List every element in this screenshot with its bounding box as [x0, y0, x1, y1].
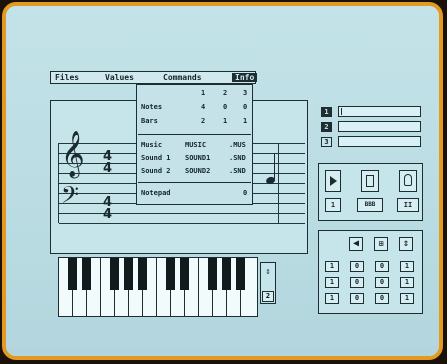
file-name: MUSIC — [185, 141, 207, 149]
black-key[interactable] — [236, 258, 245, 290]
grid-icon[interactable]: ⊞ — [374, 237, 388, 251]
piano-keyboard[interactable] — [58, 257, 258, 317]
info-file-sound1[interactable]: Sound 1 SOUND1 .SND — [141, 154, 248, 164]
octave-control[interactable]: ⇕ 2 — [260, 262, 276, 304]
file-ext: .SND — [229, 167, 246, 175]
track-number[interactable]: 3 — [321, 137, 332, 147]
info-row-bars[interactable]: Bars 2 1 1 — [141, 117, 248, 127]
keypad-key[interactable]: 0 — [350, 261, 364, 272]
transport-controls: 1 BBB II — [318, 163, 423, 221]
text-cursor — [341, 108, 342, 115]
screen: Files Values Commands Info 𝄞 𝄢 4 4 4 4 1… — [6, 6, 439, 356]
file-label: Sound 1 — [141, 154, 171, 162]
menu-bar: Files Values Commands Info — [50, 71, 258, 84]
keypad-key[interactable]: 0 — [375, 293, 389, 304]
play-number[interactable]: 1 — [325, 198, 341, 212]
row-label: Bars — [141, 117, 158, 125]
black-key[interactable] — [166, 258, 175, 290]
menu-files[interactable]: Files — [55, 73, 79, 82]
file-name: SOUND1 — [185, 154, 211, 162]
track-number[interactable]: 1 — [321, 107, 332, 117]
keypad-key[interactable]: 0 — [375, 261, 389, 272]
menu-values[interactable]: Values — [105, 73, 134, 82]
stop-icon — [366, 175, 374, 187]
column-header: 1 — [201, 89, 206, 97]
black-key[interactable] — [222, 258, 231, 290]
notepad-value: 0 — [243, 189, 248, 197]
keypad-key[interactable]: 1 — [325, 293, 339, 304]
staff-line — [59, 223, 305, 224]
menu-divider — [138, 182, 251, 183]
row-value: 2 — [201, 117, 206, 125]
bar-line — [278, 143, 279, 223]
stop-button[interactable] — [361, 170, 379, 192]
play-icon — [330, 176, 337, 186]
track-row-3[interactable]: 3 — [318, 134, 423, 149]
info-file-sound2[interactable]: Sound 2 SOUND2 .SND — [141, 167, 248, 177]
track-name-field[interactable] — [338, 106, 421, 117]
staff-line — [59, 213, 305, 214]
keypad-key[interactable]: 1 — [325, 277, 339, 288]
treble-clef-icon: 𝄞 — [61, 131, 85, 177]
black-key[interactable] — [124, 258, 133, 290]
track-row-2[interactable]: 2 — [318, 119, 423, 134]
column-header: 3 — [243, 89, 248, 97]
monitor-bezel: Files Values Commands Info 𝄞 𝄢 4 4 4 4 1… — [2, 2, 443, 360]
track-name-field[interactable] — [338, 121, 421, 132]
bass-clef-icon: 𝄢 — [61, 181, 80, 214]
stop-number[interactable]: BBB — [357, 198, 383, 212]
rewind-icon[interactable]: ◀ — [349, 237, 363, 251]
track-number[interactable]: 2 — [321, 122, 332, 132]
column-header: 2 — [223, 89, 228, 97]
row-value: 1 — [223, 117, 228, 125]
info-dropdown: 1 2 3 Notes 4 0 0 Bars 2 1 1 Music MUSIC… — [136, 84, 253, 205]
file-ext: .MUS — [229, 141, 246, 149]
info-notepad[interactable]: Notepad 0 — [141, 189, 248, 199]
black-key[interactable] — [110, 258, 119, 290]
black-key[interactable] — [82, 258, 91, 290]
play-button[interactable] — [325, 170, 341, 192]
treble-time-bottom: 4 — [103, 161, 113, 176]
bar-line — [58, 143, 59, 223]
info-row-notes[interactable]: Notes 4 0 0 — [141, 103, 248, 113]
row-value: 0 — [243, 103, 248, 111]
black-key[interactable] — [208, 258, 217, 290]
bass-time-bottom: 4 — [103, 207, 113, 222]
row-value: 4 — [201, 103, 206, 111]
bell-icon — [404, 174, 412, 186]
keypad-key[interactable]: 1 — [325, 261, 339, 272]
keypad-key[interactable]: 0 — [350, 277, 364, 288]
file-label: Music — [141, 141, 163, 149]
record-button[interactable] — [399, 170, 417, 192]
black-key[interactable] — [180, 258, 189, 290]
row-value: 0 — [223, 103, 228, 111]
track-name-field[interactable] — [338, 136, 421, 147]
menu-divider — [138, 134, 251, 135]
row-label: Notes — [141, 103, 163, 111]
keypad-key[interactable]: 0 — [375, 277, 389, 288]
record-number[interactable]: II — [397, 198, 419, 212]
octave-value: 2 — [262, 291, 274, 302]
menu-commands[interactable]: Commands — [163, 73, 202, 82]
up-down-arrow-icon[interactable]: ⇕ — [264, 266, 272, 278]
keypad-key[interactable]: 1 — [400, 261, 414, 272]
file-name: SOUND2 — [185, 167, 211, 175]
menu-info[interactable]: Info — [232, 73, 258, 82]
note-stem — [274, 153, 275, 181]
file-ext: .SND — [229, 154, 246, 162]
track-list: 1 2 3 — [318, 104, 423, 152]
black-key[interactable] — [138, 258, 147, 290]
info-file-music[interactable]: Music MUSIC .MUS — [141, 141, 248, 151]
keypad-panel: ◀ ⊞ ⇕ 1 0 0 1 1 0 0 1 1 0 0 1 — [318, 230, 423, 314]
keypad-key[interactable]: 0 — [350, 293, 364, 304]
up-down-arrow-icon[interactable]: ⇕ — [399, 237, 413, 251]
row-value: 1 — [243, 117, 248, 125]
keypad-key[interactable]: 1 — [400, 293, 414, 304]
notepad-label: Notepad — [141, 189, 171, 197]
keypad-key[interactable]: 1 — [400, 277, 414, 288]
black-key[interactable] — [68, 258, 77, 290]
track-row-1[interactable]: 1 — [318, 104, 423, 119]
file-label: Sound 2 — [141, 167, 171, 175]
